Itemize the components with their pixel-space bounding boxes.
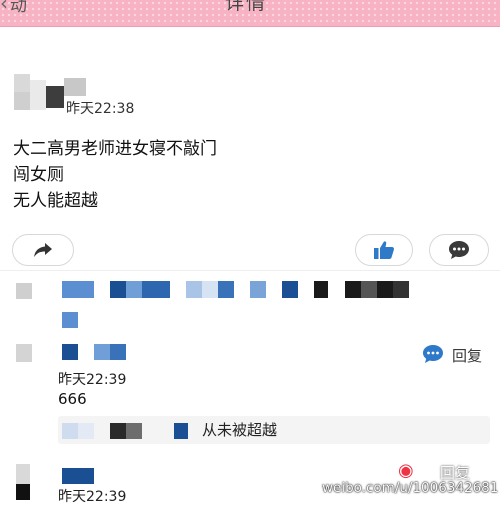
commenter-avatar[interactable] [16,464,30,484]
post-content: 大二高男老师进女寝不敲门 闯女厕 无人能超越 [13,136,217,214]
weibo-logo-icon: ◉ [398,460,414,481]
sub-reply-text: 从未被超越 [202,421,278,439]
watermark-text: weibo.com/u/1006342681 [322,480,499,496]
comment-text: 666 [58,390,87,408]
page-title: 详情 [225,0,268,14]
reply-button[interactable]: 回复 [452,345,482,366]
comment-time: 昨天22:39 [58,372,127,388]
section-divider [0,270,500,271]
share-button[interactable] [12,234,74,266]
reply-bubble-icon[interactable] [422,344,444,364]
commenter-avatar[interactable] [16,344,32,362]
back-button[interactable]: ‹ 动 [0,0,27,18]
share-arrow-icon [34,243,52,257]
post-time: 昨天22:38 [66,101,135,117]
post-line: 无人能超越 [13,191,98,211]
comment-time: 昨天22:39 [58,489,127,505]
back-label: 动 [10,0,27,16]
top-nav-bar: ‹ 动 详情 [0,0,500,27]
post-line: 闯女厕 [13,165,64,185]
commenter-name[interactable] [62,468,94,484]
comment-bubble-icon [449,241,469,259]
chevron-left-icon: ‹ [0,0,8,15]
comment-button[interactable] [429,234,489,266]
like-button[interactable] [355,234,413,266]
post-line: 大二高男老师进女寝不敲门 [13,139,217,159]
thumbs-up-icon [374,241,395,259]
